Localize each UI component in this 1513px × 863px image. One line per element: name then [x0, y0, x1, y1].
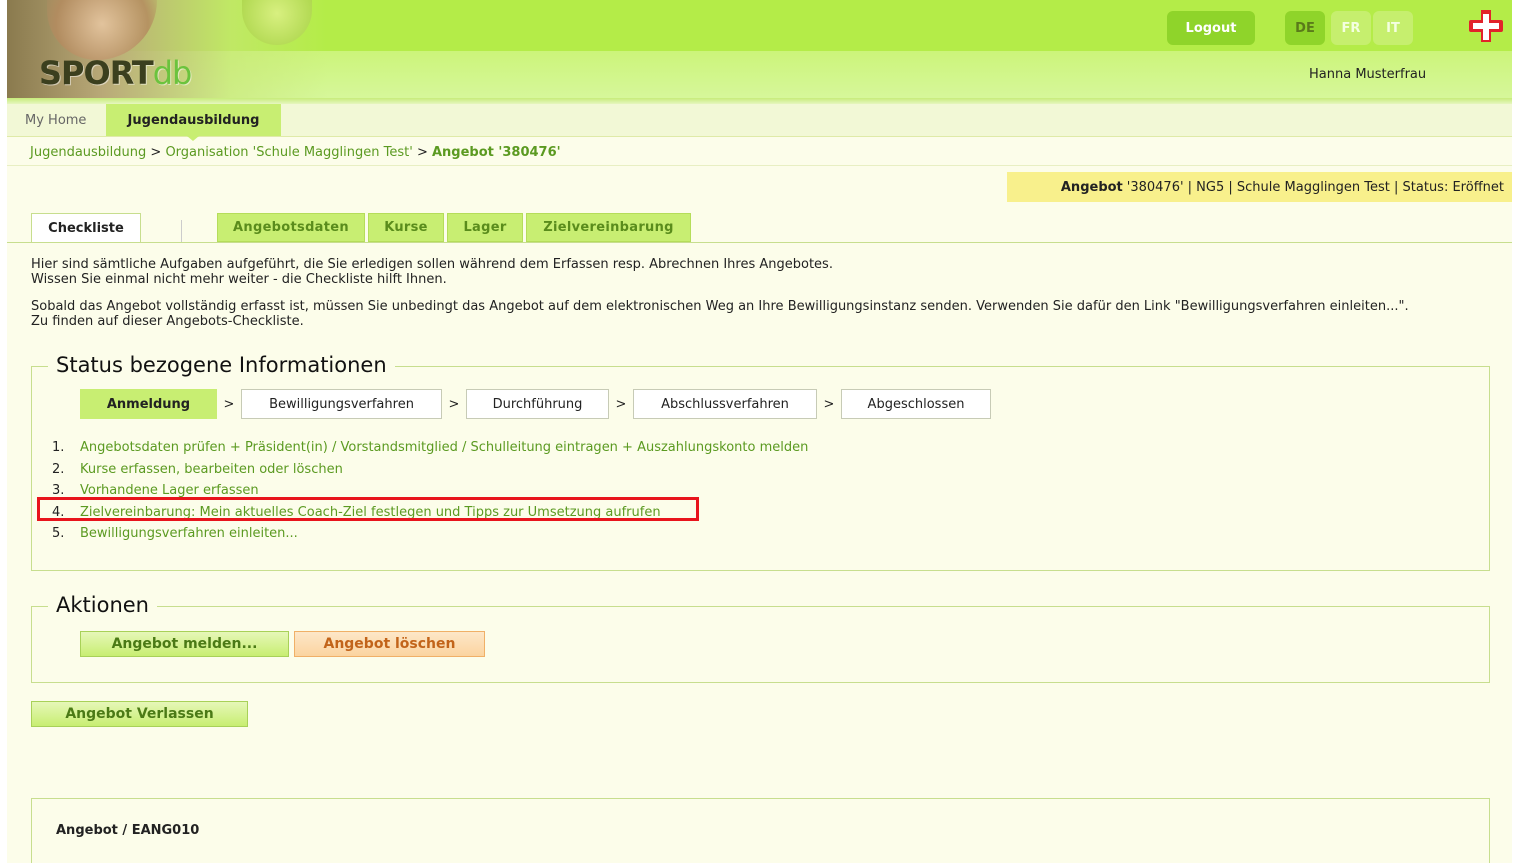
sportdb-logo[interactable]: SPORTdb — [39, 54, 192, 92]
angebot-info-bar: Angebot '380476' | NG5 | Schule Magglinge… — [1007, 172, 1512, 202]
tab-angebotsdaten[interactable]: Angebotsdaten — [217, 213, 365, 242]
footer-box: Angebot / EANG010 — [31, 798, 1490, 863]
user-name: Hanna Musterfrau — [1309, 67, 1427, 82]
logout-button[interactable]: Logout — [1167, 11, 1255, 45]
actions-section: Aktionen Angebot melden... Angebot lösch… — [31, 593, 1490, 683]
step-bewilligungsverfahren: Bewilligungsverfahren — [241, 389, 442, 419]
header: SPORTdb Logout DE FR IT Hanna Musterfrau — [7, 0, 1512, 100]
breadcrumb: Jugendausbildung > Organisation 'Schule … — [30, 145, 561, 160]
main-nav: My Home Jugendausbildung — [7, 104, 1512, 141]
list-item: 2. Kurse erfassen, bearbeiten oder lösche… — [52, 461, 343, 477]
angebot-loeschen-button[interactable]: Angebot löschen — [294, 631, 485, 657]
task-list: 1. Angebotsdaten prüfen + Präsident(in) /… — [52, 437, 808, 545]
task-link-lager[interactable]: Vorhandene Lager erfassen — [80, 483, 259, 498]
step-anmeldung: Anmeldung — [80, 389, 217, 419]
tab-zielvereinbarung[interactable]: Zielvereinbarung — [526, 213, 691, 242]
actions-section-title: Aktionen — [48, 593, 157, 617]
task-link-angebotsdaten[interactable]: Angebotsdaten prüfen + Präsident(in) / V… — [80, 440, 808, 455]
tab-lager[interactable]: Lager — [447, 213, 523, 242]
step-abschlussverfahren: Abschlussverfahren — [633, 389, 817, 419]
step-abgeschlossen: Abgeschlossen — [841, 389, 991, 419]
breadcrumb-organisation[interactable]: Organisation 'Schule Magglingen Test' — [165, 145, 412, 160]
nav-item-my-home[interactable]: My Home — [25, 113, 86, 128]
tab-checkliste[interactable]: Checkliste — [31, 213, 141, 243]
status-section: Status bezogene Informationen Anmeldung … — [31, 353, 1490, 571]
page: SPORTdb Logout DE FR IT Hanna Musterfrau… — [7, 0, 1512, 863]
task-link-kurse[interactable]: Kurse erfassen, bearbeiten oder löschen — [80, 462, 343, 477]
breadcrumb-jugendausbildung[interactable]: Jugendausbildung — [30, 145, 146, 160]
status-steps: Anmeldung > Bewilligungsverfahren > Durc… — [80, 389, 991, 419]
step-durchfuehrung: Durchführung — [466, 389, 609, 419]
breadcrumb-current: Angebot '380476' — [431, 145, 561, 160]
task-link-bewilligungsverfahren[interactable]: Bewilligungsverfahren einleiten... — [80, 526, 298, 541]
lang-it-button[interactable]: IT — [1373, 11, 1413, 45]
page-id-label: Angebot / EANG010 — [56, 823, 200, 838]
tab-kurse[interactable]: Kurse — [368, 213, 444, 242]
task-highlight-box — [37, 497, 699, 521]
status-section-title: Status bezogene Informationen — [48, 353, 395, 377]
list-item: 5. Bewilligungsverfahren einleiten... — [52, 526, 298, 542]
intro-text: Hier sind sämtliche Aufgaben aufgeführt,… — [31, 257, 1409, 329]
lang-de-button[interactable]: DE — [1285, 11, 1325, 45]
lang-fr-button[interactable]: FR — [1331, 11, 1371, 45]
nav-item-jugendausbildung[interactable]: Jugendausbildung — [106, 104, 281, 136]
swiss-cross-icon — [1469, 10, 1503, 42]
angebot-melden-button[interactable]: Angebot melden... — [80, 631, 289, 657]
angebot-verlassen-button[interactable]: Angebot Verlassen — [31, 701, 248, 727]
list-item: 1. Angebotsdaten prüfen + Präsident(in) /… — [52, 440, 809, 456]
